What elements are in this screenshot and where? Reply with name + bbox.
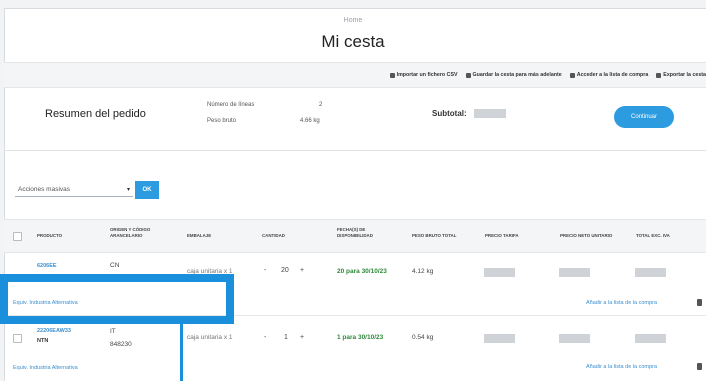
save-cart-label: Guardar la cesta para más adelante — [472, 72, 562, 78]
bulk-actions-value: Acciones masivas — [18, 186, 71, 193]
page: Home Mi cesta Importar un fichero CSV Gu… — [0, 0, 706, 381]
row2-packaging[interactable]: caja unitaria x 1 — [187, 334, 233, 341]
row1-trash-icon[interactable] — [697, 299, 702, 306]
row1-origin: CN — [110, 262, 120, 269]
row1-qty-minus[interactable]: - — [264, 267, 266, 274]
export-label: Exportar la cesta — [663, 72, 706, 78]
purchase-list-button[interactable]: Acceder a la lista de compra — [569, 72, 649, 78]
header-origin: ORIGEN Y CÓDIGO ARANCELARIO — [110, 227, 151, 238]
import-csv-button[interactable]: Importar un fichero CSV — [389, 72, 458, 78]
upload-icon — [389, 72, 395, 78]
row2-trash-icon[interactable] — [697, 363, 702, 370]
row2-alternatives-link[interactable]: Equiv. Industria Alternativa — [13, 365, 78, 371]
row2-product-brand: NTN — [37, 338, 49, 344]
row1-product-code[interactable]: 6206EE — [37, 263, 57, 269]
summary-divider — [4, 150, 706, 151]
row1-gross-weight: 4.12 kg — [412, 268, 434, 275]
chevron-down-icon: ▾ — [126, 187, 130, 193]
row2-total-redacted — [635, 334, 666, 343]
purchase-list-label: Acceder a la lista de compra — [576, 72, 649, 78]
row1-net-price-redacted — [559, 268, 590, 277]
export-icon — [656, 72, 662, 78]
save-cart-button[interactable]: Guardar la cesta para más adelante — [465, 72, 562, 78]
row1-availability: 20 para 30/10/23 — [337, 268, 387, 275]
highlight-pointer-line — [180, 318, 183, 381]
bulk-ok-button[interactable]: OK — [135, 181, 159, 199]
cart-toolbar: Importar un fichero CSV Guardar la cesta… — [4, 62, 706, 88]
row2-tariff-code: 848230 — [110, 341, 132, 348]
header-packaging: EMBALAJE — [187, 233, 212, 238]
header-availability: FECHA(S) DE DISPONIBILIDAD — [337, 227, 373, 238]
bulk-actions-select[interactable]: Acciones masivas ▾ — [15, 183, 133, 197]
select-all-checkbox[interactable] — [13, 232, 22, 241]
lines-value: 2 — [319, 102, 323, 108]
summary-title: Resumen del pedido — [45, 108, 146, 120]
row2-origin: IT — [110, 328, 116, 335]
header-quantity: CANTIDAD — [262, 233, 285, 238]
row2-net-price-redacted — [559, 334, 590, 343]
toolbar-actions: Importar un fichero CSV Guardar la cesta… — [389, 72, 706, 78]
export-button[interactable]: Exportar la cesta — [656, 72, 706, 78]
import-csv-label: Importar un fichero CSV — [396, 72, 458, 78]
row2-qty-plus[interactable]: + — [300, 334, 304, 341]
save-icon — [465, 72, 471, 78]
list-icon — [569, 72, 575, 78]
lines-label: Número de líneas — [207, 102, 255, 108]
row2-gross-weight: 0.54 kg — [412, 334, 434, 341]
breadcrumb[interactable]: Home — [0, 17, 706, 24]
header-tariff-price: PRECIO TARIFA — [485, 233, 519, 238]
row1-tariff-price-redacted — [484, 268, 515, 277]
highlight-box — [0, 274, 234, 324]
weight-label: Peso bruto — [207, 118, 237, 124]
row2-checkbox[interactable] — [13, 334, 22, 343]
header-gross-weight: PESO BRUTO TOTAL — [412, 233, 457, 238]
row1-total-redacted — [635, 268, 666, 277]
row2-availability: 1 para 30/10/23 — [337, 334, 384, 341]
continue-button[interactable]: Continuar — [614, 106, 674, 128]
row2-qty-value[interactable]: 1 — [284, 334, 288, 341]
page-title: Mi cesta — [321, 32, 385, 51]
row2-tariff-price-redacted — [484, 334, 515, 343]
weight-value: 4.66 kg — [300, 118, 320, 124]
row2-product-code[interactable]: 22206EAW33 — [37, 328, 71, 334]
header-product: PRODUCTO — [37, 233, 63, 238]
header-net-unit-price: PRECIO NETO UNITARIO — [560, 233, 613, 238]
subtotal-label: Subtotal: — [432, 109, 467, 118]
subtotal-value-redacted — [474, 109, 506, 118]
row1-qty-plus[interactable]: + — [300, 267, 304, 274]
row1-qty-value[interactable]: 20 — [281, 267, 289, 274]
row2-add-to-list-link[interactable]: Añadir a la lista de la compra — [586, 364, 657, 370]
row2-qty-minus[interactable]: - — [264, 334, 266, 341]
header-total-excl: TOTAL EXC. IVA — [636, 233, 670, 238]
row1-add-to-list-link[interactable]: Añadir a la lista de la compra — [586, 300, 657, 306]
